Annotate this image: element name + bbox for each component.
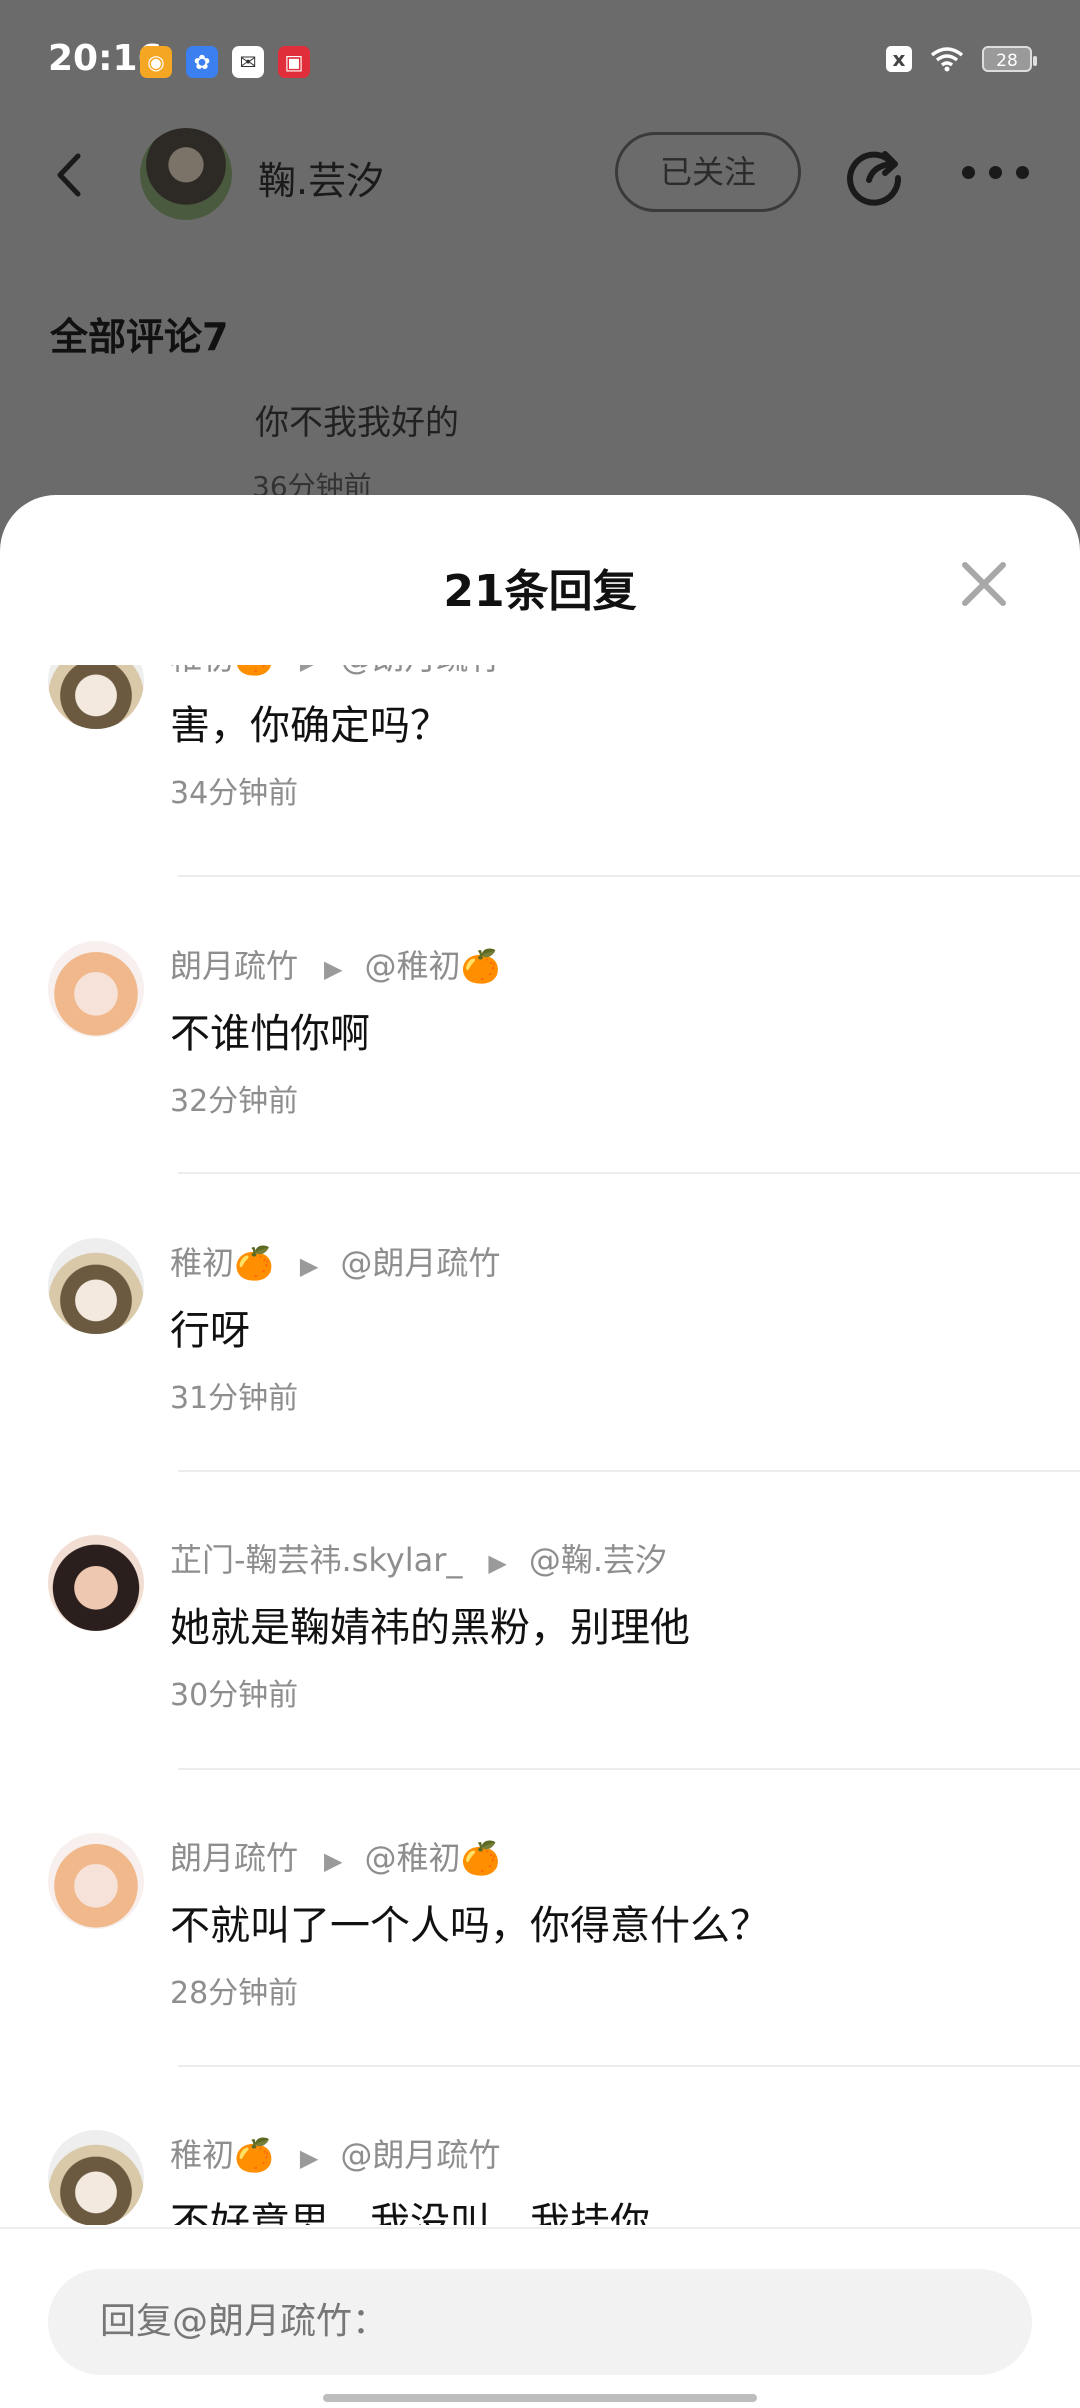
reply-content: 害，你确定吗？ [170, 703, 450, 749]
reply-meta: 朗月疏竹 ▶ @稚初🍊 [170, 941, 500, 987]
reply-arrow-icon: ▶ [488, 1549, 507, 1577]
system-icons: x 28 [886, 46, 1037, 72]
back-arrow-icon[interactable] [50, 150, 90, 200]
reply-meta: 稚初🍊 ▶ @朗月疏竹 [170, 665, 500, 679]
reply-item[interactable]: 稚初🍊 ▶ @朗月疏竹 行呀 31分钟前 [0, 1238, 1080, 1536]
battery-icon: 28 [982, 46, 1037, 72]
reply-item[interactable]: 芷门-鞠芸祎.skylar_ ▶ @鞠.芸汐 她就是鞠婧祎的黑粉，别理他 30分钟前 [0, 1535, 1080, 1833]
no-sim-icon: x [886, 46, 912, 72]
user-avatar[interactable] [48, 1833, 144, 1929]
reply-user[interactable]: 稚初🍊 [170, 665, 274, 677]
reply-user[interactable]: 芷门-鞠芸祎.skylar_ [170, 1541, 462, 1579]
reply-user[interactable]: 朗月疏竹 [170, 1839, 298, 1877]
background-comment-text: 你不我我好的 [255, 403, 459, 443]
divider [178, 875, 1080, 877]
reply-meta: 稚初🍊 ▶ @朗月疏竹 [170, 1238, 500, 1284]
reply-target[interactable]: @朗月疏竹 [340, 665, 500, 677]
reply-time: 32分钟前 [170, 1084, 299, 1119]
reply-arrow-icon: ▶ [324, 1847, 343, 1875]
reply-meta: 朗月疏竹 ▶ @稚初🍊 [170, 1833, 500, 1879]
baidu-icon: ✿ [186, 46, 218, 78]
reply-target[interactable]: @稚初🍊 [364, 1839, 500, 1877]
replies-sheet: 21条回复 稚初🍊 ▶ @朗月疏竹 害，你确定吗？ 34分钟前 朗月疏竹 ▶ @稚初🍊 … [0, 495, 1080, 2408]
reply-user[interactable]: 稚初🍊 [170, 1244, 274, 1282]
reply-target[interactable]: @稚初🍊 [364, 947, 500, 985]
reply-content: 不谁怕你啊 [170, 1011, 370, 1057]
divider [178, 1172, 1080, 1174]
wifi-icon [930, 47, 964, 72]
reply-input-bar: 回复@朗月疏竹： [0, 2227, 1080, 2408]
more-options-icon[interactable] [962, 166, 1030, 186]
author-avatar[interactable] [140, 128, 232, 220]
camera-icon: ▣ [278, 46, 310, 78]
home-indicator[interactable] [323, 2394, 757, 2402]
reply-meta: 芷门-鞠芸祎.skylar_ ▶ @鞠.芸汐 [170, 1535, 667, 1581]
reply-user[interactable]: 朗月疏竹 [170, 947, 298, 985]
user-avatar[interactable] [48, 665, 144, 729]
sheet-title: 21条回复 [443, 566, 637, 617]
reply-item[interactable]: 稚初🍊 ▶ @朗月疏竹 不好意思，我没叫，我挂你 [0, 2130, 1080, 2225]
divider [178, 1470, 1080, 1472]
reply-content: 行呀 [170, 1308, 250, 1354]
background-page: 20:16 ◉ ✿ ✉ ▣ x 28 鞠.芸汐 已关注 全部评论7 你不我我好的… [0, 0, 1080, 560]
reply-target[interactable]: @朗月疏竹 [340, 2136, 500, 2174]
close-icon[interactable] [955, 555, 1013, 613]
reply-item[interactable]: 朗月疏竹 ▶ @稚初🍊 不就叫了一个人吗，你得意什么？ 28分钟前 [0, 1833, 1080, 2131]
reply-content: 她就是鞠婧祎的黑粉，别理他 [170, 1605, 690, 1651]
divider [178, 2065, 1080, 2067]
reply-user[interactable]: 稚初🍊 [170, 2136, 274, 2174]
reply-time: 34分钟前 [170, 776, 299, 811]
reply-meta: 稚初🍊 ▶ @朗月疏竹 [170, 2130, 500, 2176]
follow-button[interactable]: 已关注 [615, 132, 801, 212]
reply-item[interactable]: 朗月疏竹 ▶ @稚初🍊 不谁怕你啊 32分钟前 [0, 941, 1080, 1239]
reply-item[interactable]: 稚初🍊 ▶ @朗月疏竹 害，你确定吗？ 34分钟前 [0, 665, 1080, 901]
reply-arrow-icon: ▶ [324, 955, 343, 983]
reply-time: 30分钟前 [170, 1678, 299, 1713]
reply-target[interactable]: @朗月疏竹 [340, 1244, 500, 1282]
reply-content: 不好意思，我没叫，我挂你 [170, 2200, 650, 2225]
reply-input[interactable]: 回复@朗月疏竹： [48, 2269, 1032, 2375]
reply-content: 不就叫了一个人吗，你得意什么？ [170, 1903, 770, 1949]
reply-time: 28分钟前 [170, 1976, 299, 2011]
weibo-icon: ◉ [140, 46, 172, 78]
share-icon[interactable] [845, 144, 907, 206]
reply-time: 31分钟前 [170, 1381, 299, 1416]
notification-icons: ◉ ✿ ✉ ▣ [140, 46, 310, 78]
all-comments-label: 全部评论7 [50, 315, 229, 359]
user-avatar[interactable] [48, 2130, 144, 2225]
post-header: 鞠.芸汐 已关注 [0, 120, 1080, 230]
user-avatar[interactable] [48, 1535, 144, 1631]
reply-list[interactable]: 稚初🍊 ▶ @朗月疏竹 害，你确定吗？ 34分钟前 朗月疏竹 ▶ @稚初🍊 不谁怕你啊 … [0, 665, 1080, 2225]
reply-arrow-icon: ▶ [299, 2144, 319, 2172]
user-avatar[interactable] [48, 941, 144, 1037]
mail-icon: ✉ [232, 46, 264, 78]
status-bar: 20:16 ◉ ✿ ✉ ▣ x 28 [0, 0, 1080, 120]
reply-target[interactable]: @鞠.芸汐 [529, 1541, 667, 1579]
reply-arrow-icon: ▶ [300, 665, 318, 675]
reply-arrow-icon: ▶ [299, 1252, 319, 1280]
divider [178, 1768, 1080, 1770]
user-avatar[interactable] [48, 1238, 144, 1334]
author-name[interactable]: 鞠.芸汐 [258, 150, 384, 205]
